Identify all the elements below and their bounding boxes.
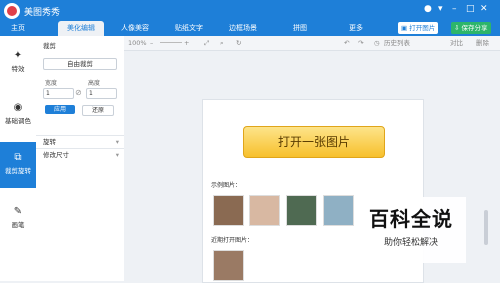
open-image-label: 打开图片	[409, 24, 436, 32]
recent-image[interactable]	[213, 250, 244, 281]
crop-mode-select[interactable]: 自由裁剪	[43, 58, 117, 70]
compare-label[interactable]: 对比	[450, 38, 463, 48]
save-share-label: 保存分享	[461, 24, 488, 32]
open-image-button[interactable]: ▣ 打开图片	[398, 22, 439, 34]
maximize-icon[interactable]: □	[466, 4, 475, 14]
palette-icon: ◉	[13, 102, 23, 113]
chat-icon[interactable]: ●	[424, 4, 432, 14]
magic-wand-icon: ✦	[13, 50, 23, 61]
sidebar-item-crop-rotate[interactable]: ⧉ 裁剪旋转	[0, 142, 36, 188]
examples-label: 示例图片：	[211, 182, 242, 189]
image-icon: ▣	[401, 24, 408, 32]
sidebar-item-effects[interactable]: ✦ 特效	[0, 50, 36, 73]
close-icon[interactable]: ✕	[480, 4, 488, 14]
chevron-down-icon: ▾	[115, 138, 119, 146]
zoom-in-icon[interactable]: +	[184, 38, 189, 48]
redo-icon[interactable]: ↷	[358, 38, 363, 48]
height-label: 高度	[88, 80, 101, 87]
chevron-down-icon: ▾	[115, 151, 119, 159]
tab-more[interactable]: 更多	[336, 21, 376, 36]
watermark-subtitle: 助你轻松解决	[383, 238, 438, 248]
zoom-level: 100%	[128, 39, 147, 47]
crop-mode-value: 自由裁剪	[67, 60, 93, 68]
rotate-label: 旋转	[43, 138, 56, 146]
resize-section[interactable]: 修改尺寸 ▾	[36, 148, 124, 161]
width-input[interactable]: 1	[43, 88, 74, 99]
tab-frame-scene[interactable]: 边框场景	[220, 21, 266, 36]
height-input[interactable]: 1	[86, 88, 117, 99]
crop-icon: ⧉	[14, 152, 22, 163]
refresh-icon[interactable]: ↻	[236, 38, 241, 48]
tab-portrait[interactable]: 人像美容	[112, 21, 158, 36]
app-title: 美图秀秀	[24, 8, 61, 18]
recent-label: 近期打开图片：	[211, 237, 254, 244]
sidebar-item-label: 裁剪旋转	[5, 167, 31, 175]
watermark-title: 百科全说	[369, 207, 453, 231]
example-image[interactable]	[286, 195, 317, 226]
search-icon[interactable]: ⌕	[220, 38, 224, 48]
left-sidebar: ✦ 特效 ◉ 基础调色 ⧉ 裁剪旋转 ✎ 画笔	[0, 36, 37, 281]
sidebar-item-label: 画笔	[11, 221, 25, 229]
watermark: 百科全说 助你轻松解决	[356, 197, 466, 263]
zoom-slider[interactable]	[160, 42, 182, 43]
fit-icon[interactable]: ⤢	[204, 38, 209, 48]
crop-panel: 裁剪 自由裁剪 宽度 高度 1 ⊘ 1 应用 还原 旋转 ▾ 修改尺寸 ▾	[36, 36, 125, 281]
open-image-large-button[interactable]: 打开一张图片	[243, 126, 385, 158]
history-icon[interactable]: ◷	[374, 38, 380, 48]
restore-button[interactable]: 还原	[82, 105, 114, 116]
rotate-section[interactable]: 旋转 ▾	[36, 135, 124, 148]
example-image[interactable]	[323, 195, 354, 226]
example-image[interactable]	[249, 195, 280, 226]
example-image[interactable]	[213, 195, 244, 226]
width-label: 宽度	[45, 80, 58, 87]
brush-icon: ✎	[13, 206, 23, 217]
delete-label[interactable]: 删除	[476, 38, 489, 48]
apply-button[interactable]: 应用	[45, 105, 75, 114]
tab-home[interactable]: 主页	[0, 21, 36, 36]
scrollbar[interactable]	[484, 210, 488, 245]
save-icon: ⇩	[454, 24, 460, 32]
link-icon[interactable]: ⊘	[75, 88, 82, 97]
title-bar: 美图秀秀 ● ▾ – □ ✕ 主页 美化编辑 人像美容 贴纸文字 边框场景 拼图…	[0, 0, 500, 36]
save-share-button[interactable]: ⇩ 保存分享	[451, 22, 491, 34]
zoom-out-icon[interactable]: –	[150, 38, 153, 48]
sidebar-item-label: 特效	[11, 65, 25, 73]
sidebar-item-brush[interactable]: ✎ 画笔	[0, 206, 36, 229]
dropdown-icon[interactable]: ▾	[438, 4, 443, 14]
history-label[interactable]: 历史列表	[384, 38, 410, 48]
app-logo	[4, 3, 20, 19]
undo-icon[interactable]: ↶	[344, 38, 349, 48]
crop-section-title: 裁剪	[43, 42, 56, 50]
sidebar-item-color[interactable]: ◉ 基础调色	[0, 102, 36, 125]
sidebar-item-label: 基础调色	[5, 117, 31, 125]
tab-sticker-text[interactable]: 贴纸文字	[166, 21, 212, 36]
canvas-toolbar: 100% – + ⤢ ⌕ ↻ ↶ ↷ ◷ 历史列表 对比 删除	[124, 36, 500, 51]
tab-collage[interactable]: 拼图	[280, 21, 320, 36]
resize-label: 修改尺寸	[43, 151, 69, 159]
minimize-icon[interactable]: –	[452, 4, 457, 14]
tab-edit[interactable]: 美化编辑	[58, 21, 104, 36]
